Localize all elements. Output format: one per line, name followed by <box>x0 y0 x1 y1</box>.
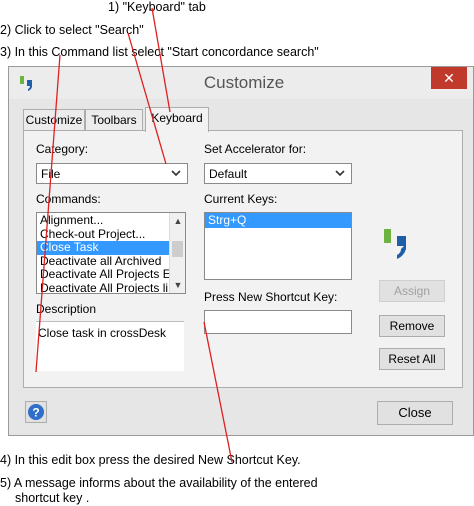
new-shortcut-input[interactable] <box>204 310 352 334</box>
annotation-note-1: 1) "Keyboard" tab <box>108 0 206 14</box>
close-button[interactable]: Close <box>377 401 453 425</box>
commands-list[interactable]: Alignment... Check-out Project... Close … <box>36 212 186 294</box>
current-keys-list[interactable]: Strg+Q <box>204 212 352 280</box>
annotation-note-5-line1: 5) A message informs about the availabil… <box>0 476 318 490</box>
new-shortcut-label: Press New Shortcut Key: <box>204 290 338 304</box>
list-item-selected[interactable]: Close Task <box>37 241 169 255</box>
description-box: Close task in crossDesk <box>36 321 184 371</box>
help-button[interactable]: ? <box>25 401 47 423</box>
close-icon: ✕ <box>443 70 455 86</box>
list-item[interactable]: Alignment... <box>37 214 169 228</box>
title-bar: Customize ✕ <box>9 67 473 99</box>
current-keys-label: Current Keys: <box>204 192 278 206</box>
description-text: Close task in crossDesk <box>38 326 167 340</box>
category-select[interactable]: File <box>36 163 188 184</box>
tab-label: Toolbars <box>91 113 137 127</box>
scroll-thumb[interactable] <box>172 241 183 257</box>
tab-label: Customize <box>25 113 83 127</box>
scroll-up-icon[interactable]: ▲ <box>170 213 185 229</box>
tab-customize[interactable]: Customize <box>23 109 85 131</box>
accelerator-value: Default <box>209 167 248 181</box>
description-label: Description <box>36 302 97 316</box>
annotation-note-2: 2) Click to select "Search" <box>0 23 144 37</box>
window-title: Customize <box>203 73 285 92</box>
svg-text:?: ? <box>32 406 39 420</box>
dialog-footer: ? Close <box>9 389 473 435</box>
reset-all-button[interactable]: Reset All <box>379 348 445 370</box>
scroll-down-icon[interactable]: ▼ <box>170 277 185 293</box>
chevron-down-icon <box>335 170 345 177</box>
list-item[interactable]: Deactivate All Projects li <box>37 282 169 294</box>
list-item[interactable]: Check-out Project... <box>37 228 169 242</box>
list-item[interactable]: Deactivate All Projects E <box>37 268 169 282</box>
chevron-down-icon <box>171 170 181 177</box>
help-icon: ? <box>28 404 44 420</box>
commands-label: Commands: <box>36 192 101 206</box>
annotation-note-3: 3) In this Command list select "Start co… <box>0 45 319 59</box>
list-item[interactable]: Deactivate all Archived <box>37 255 169 269</box>
tab-keyboard[interactable]: Keyboard <box>145 107 209 132</box>
commands-scrollbar[interactable]: ▲ ▼ <box>169 213 185 293</box>
customize-dialog: Customize ✕ Customize Toolbars Keyboard … <box>8 66 474 436</box>
tab-label: Keyboard <box>151 111 203 125</box>
accelerator-label: Set Accelerator for: <box>204 142 307 156</box>
quote-logo-icon <box>384 229 406 259</box>
keyboard-panel: Category: File Commands: Alignment... Ch… <box>23 130 463 388</box>
annotation-note-4: 4) In this edit box press the desired Ne… <box>0 453 301 467</box>
window-close-button[interactable]: ✕ <box>431 67 467 89</box>
tab-toolbars[interactable]: Toolbars <box>85 109 143 131</box>
annotation-note-5-line2: shortcut key . <box>15 491 90 505</box>
category-value: File <box>41 167 61 181</box>
assign-button[interactable]: Assign <box>379 280 445 302</box>
list-item-selected[interactable]: Strg+Q <box>205 213 351 228</box>
accelerator-select[interactable]: Default <box>204 163 352 184</box>
remove-button[interactable]: Remove <box>379 315 445 337</box>
category-label: Category: <box>36 142 89 156</box>
